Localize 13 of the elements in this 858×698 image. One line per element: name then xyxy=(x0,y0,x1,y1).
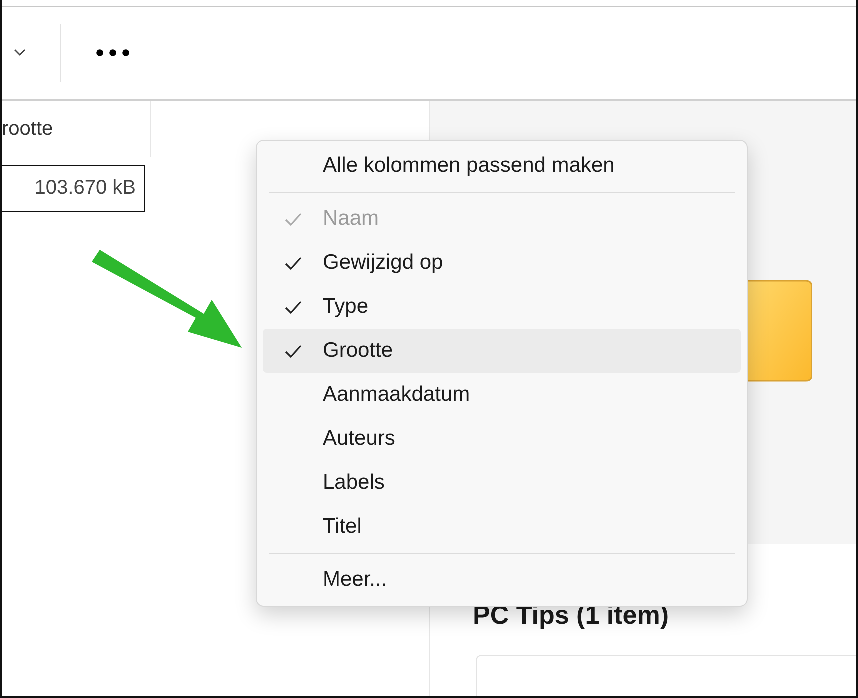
menu-item[interactable]: Aanmaakdatum xyxy=(263,373,741,417)
menu-item[interactable]: Alle kolommen passend maken xyxy=(263,144,741,188)
menu-item[interactable]: Meer... xyxy=(263,558,741,602)
menu-item[interactable]: Type xyxy=(263,285,741,329)
more-icon xyxy=(96,49,130,57)
menu-item[interactable]: Grootte xyxy=(263,329,741,373)
column-header[interactable]: rootte xyxy=(2,101,151,157)
menu-item[interactable]: Auteurs xyxy=(263,417,741,461)
table-cell: 103.670 kB xyxy=(2,165,145,212)
menu-item[interactable]: Titel xyxy=(263,505,741,549)
chevron-down-icon xyxy=(14,49,26,57)
menu-item[interactable]: Labels xyxy=(263,461,741,505)
menu-item[interactable]: Gewijzigd op xyxy=(263,241,741,285)
